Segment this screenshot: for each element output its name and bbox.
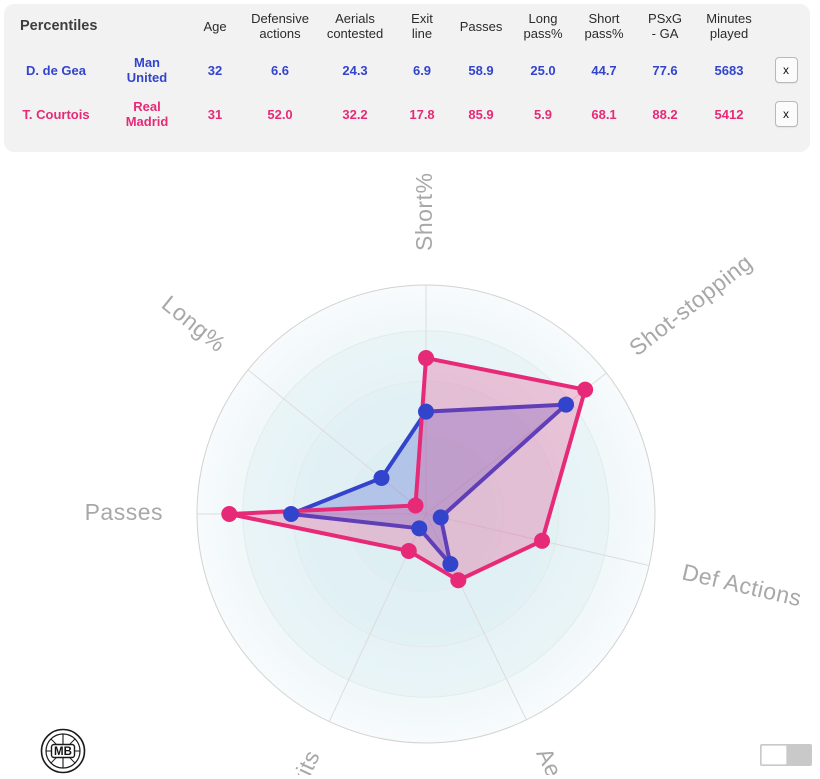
cell-age: 31 [207,106,223,122]
radar-point[interactable] [373,469,390,486]
table-header: Percentiles Age Defensive actions Aerial… [4,4,810,48]
cell-passes: 58.9 [468,62,494,78]
remove-player-button[interactable]: x [774,57,798,83]
radar-point[interactable] [442,556,459,573]
horizontal-scrollbar-thumb[interactable] [761,745,787,765]
remove-player-button[interactable]: x [774,101,798,127]
radar-point[interactable] [418,350,434,367]
cell-long-pass-pct: 5.9 [533,106,553,122]
player-name: D. de Gea [26,62,86,78]
remove-player-cell: x [762,48,810,92]
radar-point[interactable] [221,506,238,522]
cell-aerials-contested: 32.2 [342,106,368,122]
player-team: Man United [126,55,168,85]
table-body: D. de Gea Man United 32 6.6 24.3 6.9 58.… [4,48,810,136]
column-header-short-pass-pct: Short pass% [584,11,624,41]
radar-point[interactable] [407,497,424,514]
player-team: Real Madrid [125,99,169,129]
radar-chart: Short% Shot-stopping Def Actions Aerial Exit… [0,160,820,775]
cell-minutes-played: 5412 [714,106,744,122]
mb-logo-icon: MB [40,728,86,774]
cell-aerials-contested: 24.3 [342,62,368,78]
column-header-defensive-actions: Defensive actions [251,11,309,41]
cell-long-pass-pct: 25.0 [530,62,556,78]
table-row: D. de Gea Man United 32 6.6 24.3 6.9 58.… [4,48,810,92]
percentiles-panel: Percentiles Age Defensive actions Aerial… [4,4,810,152]
horizontal-scrollbar[interactable] [760,744,812,766]
cell-exit-line: 6.9 [412,62,432,78]
radar-point[interactable] [432,509,449,526]
column-header-age: Age [203,18,227,34]
cell-minutes-played: 5683 [714,62,744,78]
axis-label-passes: Passes [85,499,163,525]
axis-label-short: Short% [411,173,437,251]
mb-logo: MB [40,728,86,774]
player-name: T. Courtois [22,106,90,122]
column-header-passes: Passes [459,18,503,34]
column-header-psxg-ga: PSxG - GA [648,11,682,41]
percentiles-table: Percentiles Age Defensive actions Aerial… [4,4,810,136]
table-header-row: Percentiles Age Defensive actions Aerial… [4,4,810,48]
cell-exit-line: 17.8 [409,106,435,122]
radar-point[interactable] [411,520,428,537]
radar-point[interactable] [577,381,594,398]
radar-svg: Short% Shot-stopping Def Actions Aerial Exit… [85,173,805,775]
mb-logo-text: MB [54,746,72,758]
column-header-remove [762,4,810,48]
column-header-exit-line: Exit line [411,11,433,41]
radar-point[interactable] [418,403,434,420]
axis-label-aerial: Aerial [531,744,581,775]
cell-short-pass-pct: 68.1 [591,106,617,122]
table-row: T. Courtois Real Madrid 31 52.0 32.2 17.… [4,92,810,136]
column-header-aerials-contested: Aerials contested [326,11,384,41]
percentiles-title: Percentiles [20,17,98,34]
radar-point[interactable] [534,532,551,549]
remove-player-cell: x [762,92,810,136]
cell-passes: 85.9 [468,106,494,122]
axis-label-exits: Exits [279,746,325,775]
axis-label-def-actions: Def Actions [680,559,805,612]
cell-psxg-ga: 88.2 [652,106,678,122]
radar-point[interactable] [400,542,417,559]
axis-label-long: Long% [157,290,231,357]
cell-age: 32 [207,62,223,78]
cell-defensive-actions: 6.6 [270,62,290,78]
axis-label-shot-stopping: Shot-stopping [624,249,757,361]
column-header-long-pass-pct: Long pass% [523,11,563,41]
column-header-minutes-played: Minutes played [706,11,752,41]
radar-point[interactable] [283,506,300,522]
radar-point[interactable] [450,572,467,589]
cell-defensive-actions: 52.0 [267,106,293,122]
cell-short-pass-pct: 44.7 [591,62,617,78]
cell-psxg-ga: 77.6 [652,62,678,78]
radar-point[interactable] [558,396,575,413]
